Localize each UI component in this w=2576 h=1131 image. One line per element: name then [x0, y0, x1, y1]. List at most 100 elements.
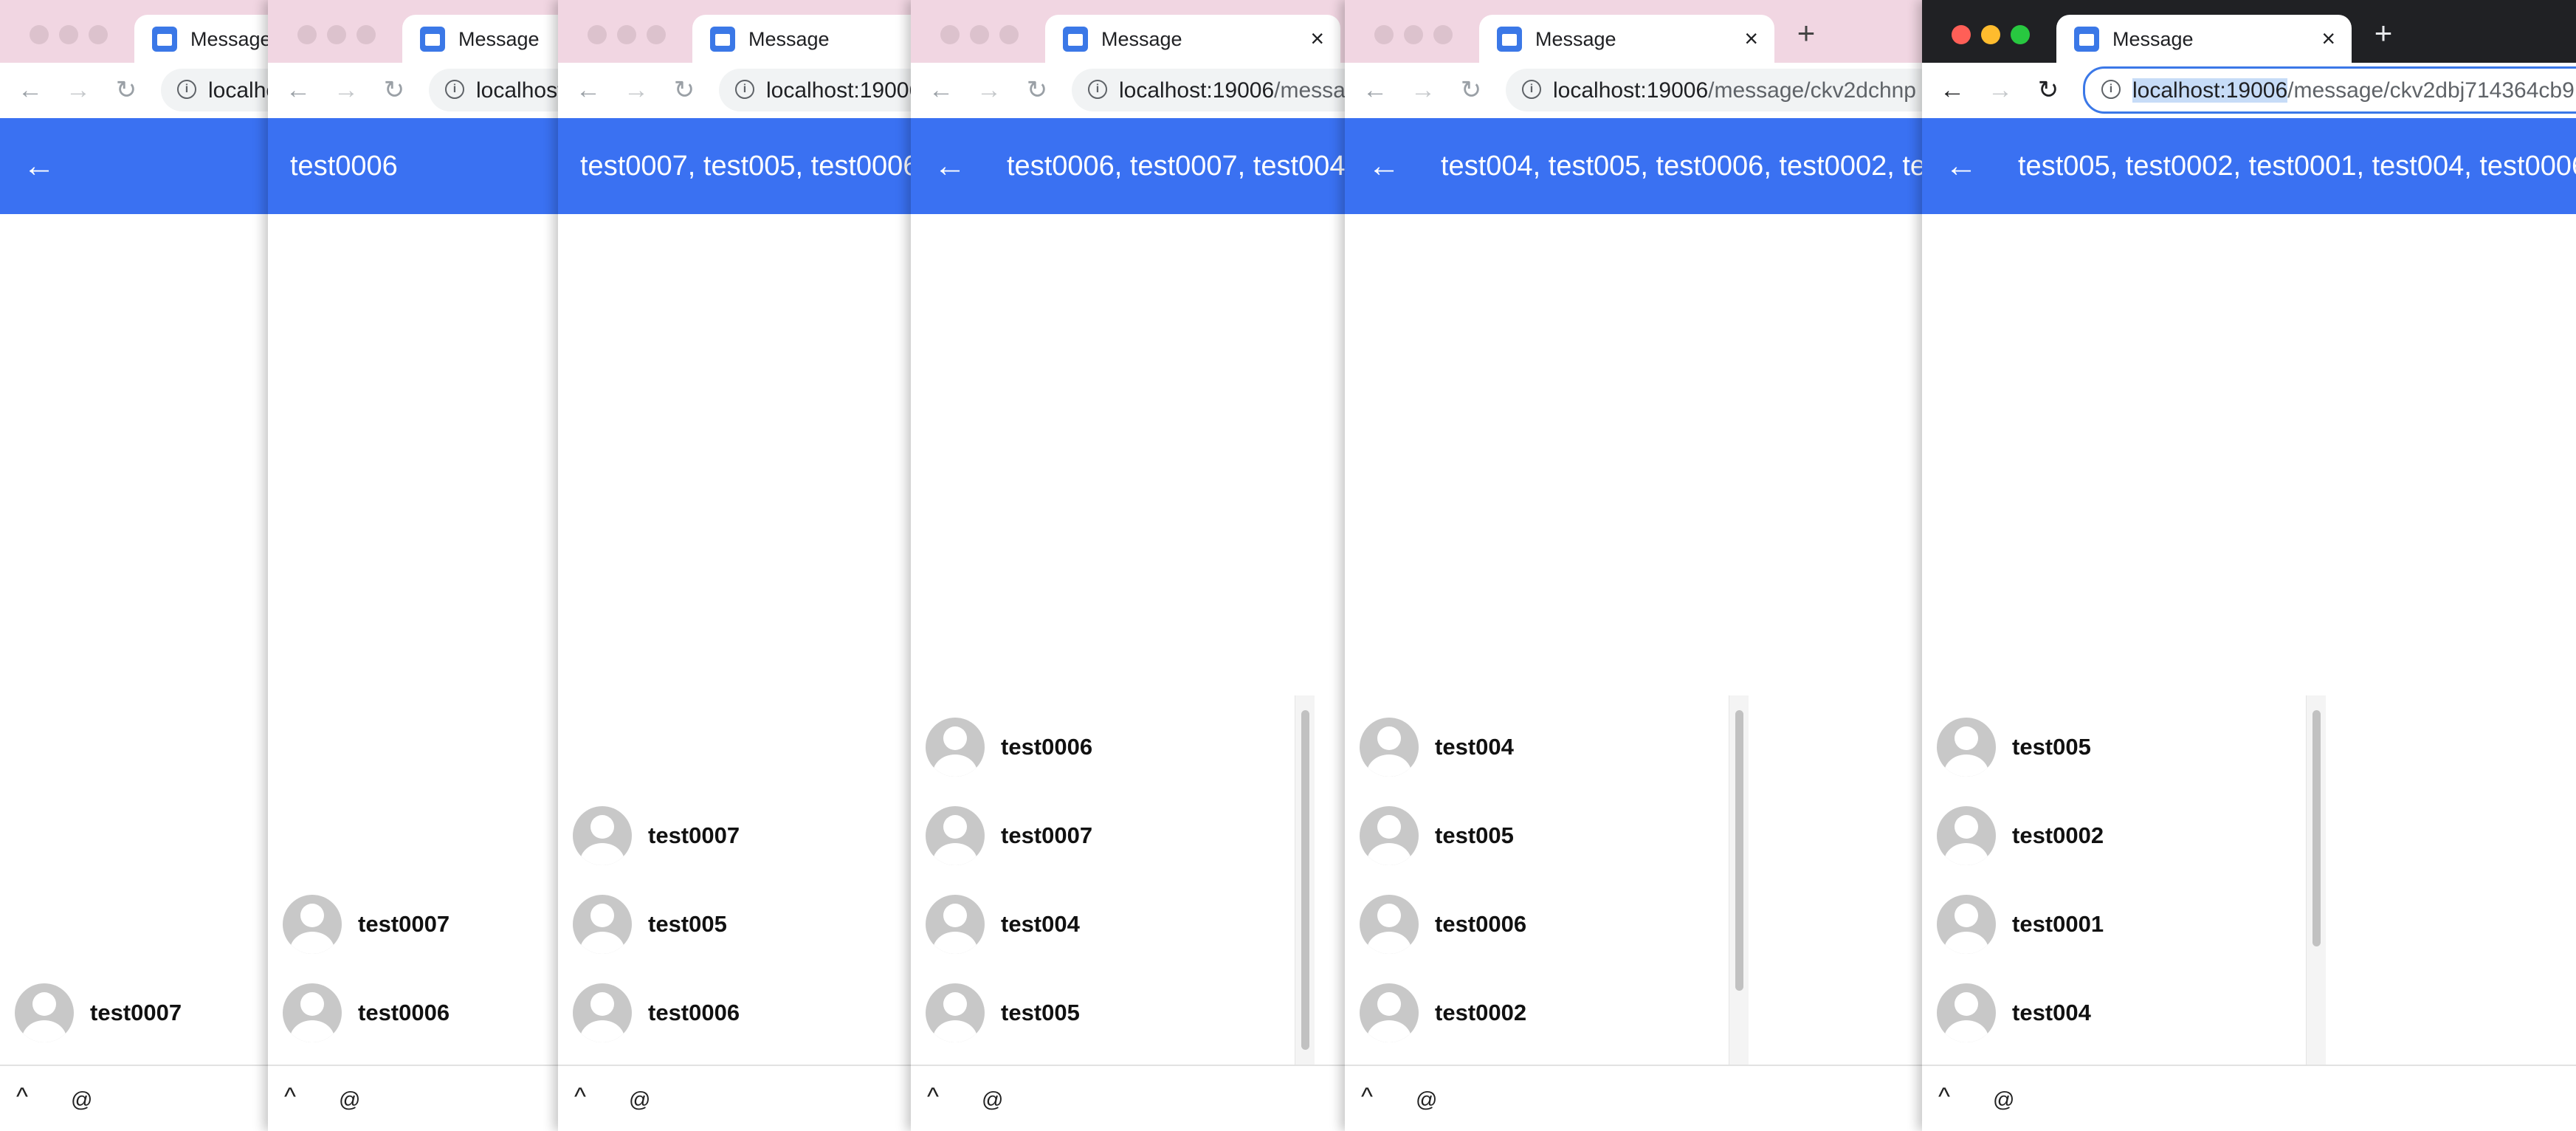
window-controls[interactable]	[1374, 25, 1456, 44]
address-bar[interactable]: i localhost:19006/message/ckv2dbj714364c…	[2083, 66, 2576, 114]
member-list-item[interactable]: test0006	[911, 703, 1324, 791]
arrow-left-icon[interactable]: ←	[1935, 73, 1969, 107]
member-list-item[interactable]: test0007	[558, 791, 918, 880]
browser-window-2[interactable]: Message × + ← → ↻ i localhost:19006/mess…	[268, 0, 565, 1131]
caret-up-icon[interactable]: ^	[574, 1082, 586, 1112]
browser-tab[interactable]: Message ×	[1479, 15, 1774, 63]
at-icon[interactable]: @	[339, 1087, 360, 1113]
arrow-left-icon[interactable]: ←	[931, 148, 968, 185]
member-list-item[interactable]: test0006	[268, 969, 565, 1057]
close-window-button[interactable]	[1374, 25, 1394, 44]
minimize-window-button[interactable]	[1981, 25, 2000, 44]
close-icon[interactable]: ×	[1310, 24, 1324, 53]
close-window-button[interactable]	[588, 25, 607, 44]
at-icon[interactable]: @	[71, 1087, 92, 1113]
url-text[interactable]: localhost:19006/message/ckv2dchnp	[476, 78, 565, 103]
arrow-left-icon[interactable]: ←	[1943, 148, 1980, 185]
at-icon[interactable]: @	[1416, 1087, 1437, 1113]
zoom-window-button[interactable]	[999, 25, 1019, 44]
member-list-item[interactable]: test005	[1345, 791, 1758, 880]
window-controls[interactable]	[30, 25, 111, 44]
url-text[interactable]: localhost:19006/message/ckv2dchnp	[1553, 78, 1916, 103]
member-list-item[interactable]: test0006	[1345, 880, 1758, 969]
caret-up-icon[interactable]: ^	[284, 1082, 296, 1112]
browser-tab[interactable]: Message ×	[1045, 15, 1340, 63]
member-suggestion-list[interactable]: test0007 test0006	[268, 880, 565, 1057]
close-window-button[interactable]	[940, 25, 960, 44]
member-list-item[interactable]: test004	[1922, 969, 2335, 1057]
window-titlebar[interactable]: Message × +	[911, 0, 1352, 63]
zoom-window-button[interactable]	[89, 25, 108, 44]
arrow-left-icon[interactable]: ←	[1366, 148, 1402, 185]
minimize-window-button[interactable]	[617, 25, 636, 44]
member-list-item[interactable]: test0002	[1345, 969, 1758, 1057]
address-bar[interactable]: i localhost:19006/message/ckv2dchnp	[429, 69, 565, 111]
window-controls[interactable]	[940, 25, 1022, 44]
member-suggestion-list[interactable]: test005 test0002 test0001 test004	[1922, 703, 2335, 1057]
address-bar[interactable]: i localhost:19006/message/ckv2dchnp	[161, 69, 275, 111]
window-controls[interactable]	[588, 25, 669, 44]
browser-window-4[interactable]: Message × + ← → ↻ i localhost:19006/mess…	[911, 0, 1352, 1131]
minimize-window-button[interactable]	[970, 25, 989, 44]
window-titlebar[interactable]: Message × +	[1345, 0, 1934, 63]
member-suggestion-list[interactable]: test004 test005 test0006 test0002	[1345, 703, 1758, 1057]
zoom-window-button[interactable]	[357, 25, 376, 44]
member-list-item[interactable]: test0007	[268, 880, 565, 969]
info-icon[interactable]: i	[1522, 80, 1541, 99]
close-window-button[interactable]	[297, 25, 317, 44]
member-list-item[interactable]: test0006	[558, 969, 918, 1057]
arrow-right-icon[interactable]: →	[619, 73, 653, 107]
window-titlebar[interactable]: Message × +	[558, 0, 918, 63]
arrow-right-icon[interactable]: →	[972, 73, 1006, 107]
browser-tab[interactable]: Message ×	[2056, 15, 2352, 63]
member-list-item[interactable]: test004	[1345, 703, 1758, 791]
arrow-left-icon[interactable]: ←	[13, 73, 47, 107]
url-text[interactable]: localhost:19006/message/ckv2dbj714364cb9	[2132, 78, 2575, 103]
zoom-window-button[interactable]	[647, 25, 666, 44]
url-text[interactable]: localhost:19006/message/ckv2dchnp	[766, 78, 918, 103]
reload-icon[interactable]: ↻	[667, 73, 701, 107]
close-icon[interactable]: ×	[2321, 24, 2335, 53]
browser-window-1[interactable]: Message × + ← → ↻ i localhost:19006/mess…	[0, 0, 275, 1131]
list-scrollbar[interactable]	[1295, 695, 1315, 1065]
arrow-left-icon[interactable]: ←	[281, 73, 315, 107]
window-titlebar[interactable]: Message × +	[1922, 0, 2576, 63]
address-bar[interactable]: i localhost:19006/message/ckv2dchnp	[1506, 69, 1934, 111]
arrow-left-icon[interactable]: ←	[571, 73, 605, 107]
member-suggestion-list[interactable]: test0007	[0, 969, 275, 1057]
browser-tab[interactable]: Message ×	[692, 15, 918, 63]
reload-icon[interactable]: ↻	[109, 73, 143, 107]
member-list-item[interactable]: test0007	[0, 969, 275, 1057]
member-list-item[interactable]: test004	[911, 880, 1324, 969]
member-list-item[interactable]: test0007	[911, 791, 1324, 880]
browser-window-5[interactable]: Message × + ← → ↻ i localhost:19006/mess…	[1345, 0, 1934, 1131]
scrollbar-thumb[interactable]	[2312, 710, 2321, 946]
zoom-window-button[interactable]	[2011, 25, 2030, 44]
plus-icon[interactable]: +	[2365, 15, 2402, 52]
info-icon[interactable]: i	[177, 80, 196, 99]
browser-window-6-active[interactable]: Message × + ← → ↻ i localhost:19006/mess…	[1922, 0, 2576, 1131]
member-suggestion-list[interactable]: test0006 test0007 test004 test005	[911, 703, 1324, 1057]
minimize-window-button[interactable]	[327, 25, 346, 44]
url-text[interactable]: localhost:19006/message/ckv2dchnp	[1119, 78, 1352, 103]
window-titlebar[interactable]: Message × +	[268, 0, 565, 63]
window-controls[interactable]	[1952, 25, 2033, 44]
scrollbar-thumb[interactable]	[1735, 710, 1743, 991]
reload-icon[interactable]: ↻	[2031, 73, 2065, 107]
browser-tab[interactable]: Message ×	[134, 15, 275, 63]
arrow-right-icon[interactable]: →	[1983, 73, 2017, 107]
member-list-item[interactable]: test0001	[1922, 880, 2335, 969]
zoom-window-button[interactable]	[1433, 25, 1453, 44]
caret-up-icon[interactable]: ^	[927, 1082, 939, 1112]
member-list-item[interactable]: test005	[911, 969, 1324, 1057]
at-icon[interactable]: @	[1993, 1087, 2014, 1113]
arrow-left-icon[interactable]: ←	[924, 73, 958, 107]
arrow-left-icon[interactable]: ←	[1358, 73, 1392, 107]
arrow-left-icon[interactable]: ←	[21, 148, 58, 185]
url-text[interactable]: localhost:19006/message/ckv2dchnp	[208, 78, 275, 103]
at-icon[interactable]: @	[982, 1087, 1003, 1113]
info-icon[interactable]: i	[2101, 80, 2121, 99]
arrow-right-icon[interactable]: →	[1406, 73, 1440, 107]
window-titlebar[interactable]: Message × +	[0, 0, 275, 63]
close-window-button[interactable]	[30, 25, 49, 44]
